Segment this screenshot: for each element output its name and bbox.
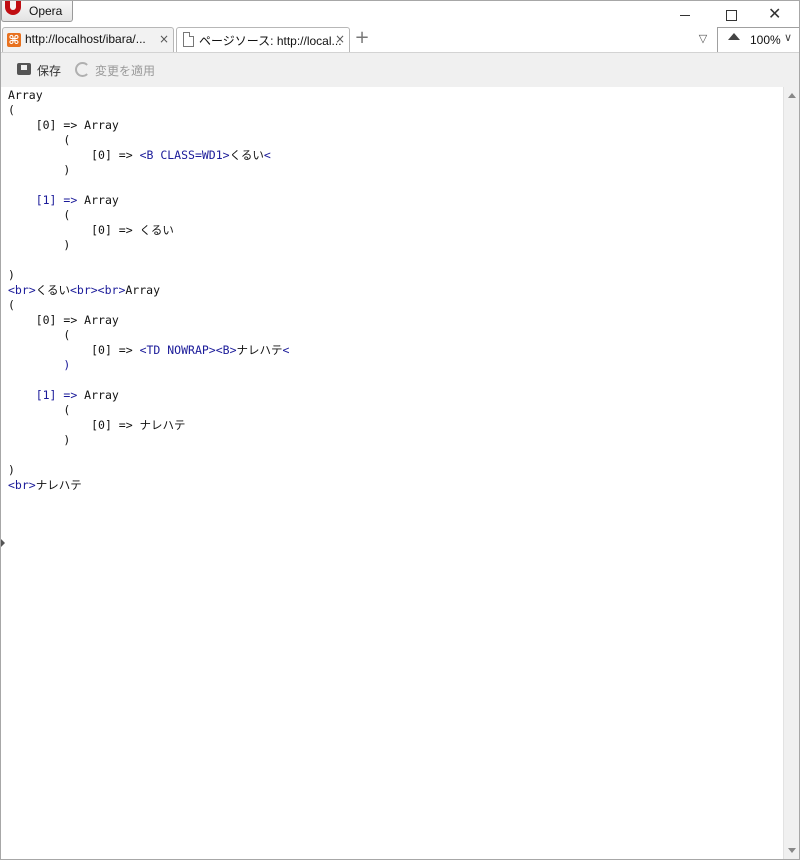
zoom-dropdown-chevron-icon[interactable]: ∨	[784, 31, 792, 44]
source-line: )	[8, 268, 15, 282]
text-token: )	[8, 268, 15, 282]
text-token: (	[8, 103, 15, 117]
source-line: )	[8, 238, 70, 252]
scroll-up-arrow-icon[interactable]	[788, 93, 796, 98]
source-line: [0] => <TD NOWRAP><B>ナレハテ<	[8, 343, 289, 357]
text-token: Array	[77, 388, 119, 402]
scroll-down-arrow-icon[interactable]	[788, 848, 796, 853]
text-token: Array	[125, 283, 160, 297]
text-token: [0] => ナレハテ	[91, 418, 186, 432]
minimize-icon	[680, 15, 690, 16]
source-line: (	[8, 103, 15, 117]
source-line: [1] => Array	[8, 388, 119, 402]
save-button[interactable]: 保存	[17, 61, 63, 79]
text-token: )	[8, 463, 15, 477]
opera-menu-button[interactable]: Opera	[1, 1, 73, 22]
text-token: [0] =>	[91, 148, 140, 162]
text-token: Array	[77, 193, 119, 207]
tab-title: ページソース: http://local...	[199, 34, 342, 48]
page-icon	[183, 32, 194, 47]
markup-token: <	[263, 148, 271, 162]
source-line: )	[8, 463, 15, 477]
markup-token: <br><br>	[69, 283, 126, 297]
text-token: [0] =>	[91, 343, 140, 357]
title-bar: Opera ✕	[1, 1, 799, 25]
text-token: (	[8, 298, 15, 312]
tab-close-icon[interactable]: ×	[335, 31, 345, 47]
markup-token: [1] =>	[35, 193, 78, 207]
markup-token: <	[282, 343, 290, 357]
tab-bar: ⌘ http://localhost/ibara/... × ページソース: h…	[1, 25, 799, 53]
apply-changes-button[interactable]: 変更を適用	[75, 61, 155, 79]
apply-changes-label: 変更を適用	[95, 64, 156, 78]
source-line: )	[8, 358, 70, 372]
close-icon: ✕	[768, 4, 782, 23]
text-token: (	[63, 403, 71, 417]
zoom-in-triangle-icon[interactable]	[728, 33, 740, 40]
source-line: (	[8, 298, 15, 312]
source-line: (	[8, 328, 70, 342]
source-toolbar: 保存 変更を適用	[1, 52, 799, 88]
text-token: ナレハテ	[236, 343, 283, 357]
source-line: [0] => <B CLASS=WD1>くるい<	[8, 148, 271, 162]
text-token: [0] => くるい	[91, 223, 174, 237]
save-label: 保存	[37, 64, 62, 78]
source-line: Array	[8, 88, 43, 102]
source-view[interactable]: Array ( [0] => Array ( [0] => <B CLASS=W…	[1, 87, 783, 859]
browser-window: Opera ✕ ⌘ http://localhost/ibara/... × ペ…	[0, 0, 800, 860]
source-line: [0] => ナレハテ	[8, 418, 186, 432]
source-line: [0] => Array	[8, 118, 119, 132]
tab-close-icon[interactable]: ×	[159, 31, 169, 47]
text-token: くるい	[35, 283, 70, 297]
tab-page-source[interactable]: ページソース: http://local... ×	[176, 27, 350, 52]
text-token: )	[63, 433, 71, 447]
text-token: ナレハテ	[35, 478, 82, 492]
refresh-icon	[75, 62, 90, 77]
text-token: [0] => Array	[35, 313, 119, 327]
text-token: Array	[8, 88, 43, 102]
markup-token: <B CLASS=WD1>	[139, 148, 230, 162]
source-line: [0] => くるい	[8, 223, 174, 237]
zoom-control[interactable]: 100% ∨	[717, 27, 799, 53]
source-line: (	[8, 133, 70, 147]
new-tab-plus-icon[interactable]: +	[353, 29, 371, 47]
source-line: )	[8, 163, 70, 177]
markup-token: <br>	[8, 283, 36, 297]
maximize-icon	[726, 10, 737, 21]
text-token: (	[63, 208, 71, 222]
text-token: くるい	[229, 148, 264, 162]
source-line: [0] => Array	[8, 313, 119, 327]
markup-token: [1] =>	[35, 388, 78, 402]
tab-menu-chevron-icon[interactable]: ▽	[695, 32, 711, 46]
text-token: (	[63, 133, 71, 147]
source-line: <br>くるい<br><br>Array	[8, 283, 160, 297]
tab-localhost[interactable]: ⌘ http://localhost/ibara/... ×	[2, 27, 174, 52]
opera-menu-label: Opera	[29, 4, 63, 18]
text-token: )	[63, 163, 71, 177]
xampp-favicon-icon: ⌘	[7, 33, 21, 47]
source-line: (	[8, 208, 70, 222]
source-line: (	[8, 403, 70, 417]
text-token: [0] => Array	[35, 118, 119, 132]
markup-token: <TD NOWRAP><B>	[139, 343, 237, 357]
source-code[interactable]: Array ( [0] => Array ( [0] => <B CLASS=W…	[8, 88, 289, 493]
tab-title: http://localhost/ibara/...	[25, 32, 146, 46]
text-token: )	[63, 238, 71, 252]
zoom-level: 100%	[750, 33, 781, 47]
save-icon	[17, 63, 31, 75]
source-line: <br>ナレハテ	[8, 478, 82, 492]
opera-logo-icon	[5, 1, 21, 15]
panel-toggle-triangle-icon[interactable]	[1, 539, 5, 547]
text-token: (	[63, 328, 71, 342]
source-line: [1] => Array	[8, 193, 119, 207]
vertical-scrollbar[interactable]	[783, 87, 799, 859]
markup-token: <br>	[8, 478, 36, 492]
source-line: )	[8, 433, 70, 447]
markup-token: )	[63, 358, 71, 372]
